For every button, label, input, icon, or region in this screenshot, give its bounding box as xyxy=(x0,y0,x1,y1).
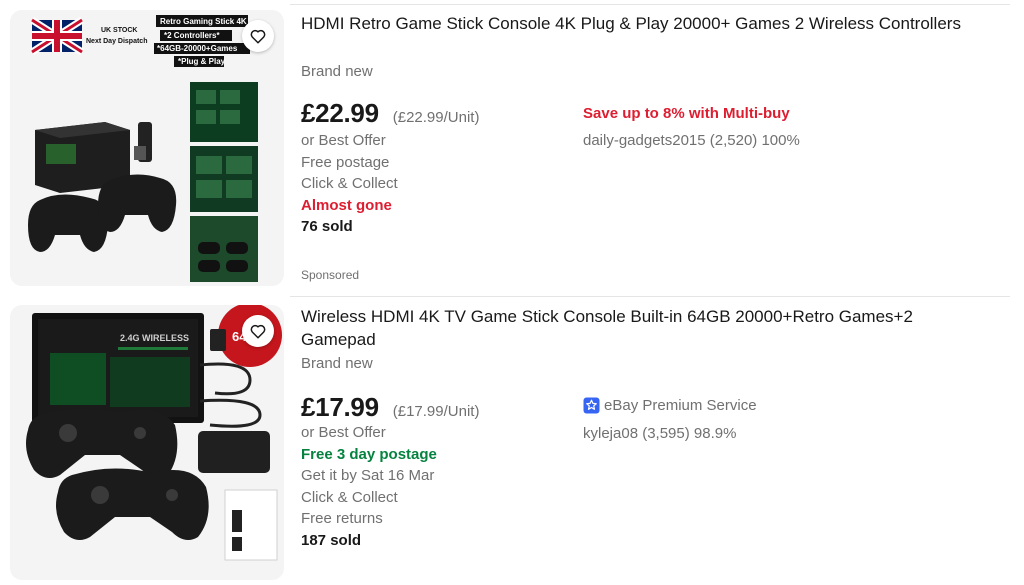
dispatch-text: Next Day Dispatch xyxy=(86,38,147,45)
listing-details-1: or Best Offer Free postage Click & Colle… xyxy=(301,130,398,238)
listing-image-1[interactable]: UK STOCK Next Day Dispatch Retro Gaming … xyxy=(10,10,284,286)
best-offer-1: or Best Offer xyxy=(301,132,386,149)
top-divider xyxy=(290,4,1010,5)
seller-info-1: daily-gadgets2015 (2,520) 100% xyxy=(583,132,800,149)
banner-line-3: *64GB-20000+Games xyxy=(157,44,238,53)
listing-details-2: or Best Offer Free 3 day postage Get it … xyxy=(301,422,437,551)
listing-price-2: £17.99 xyxy=(301,392,379,422)
price-row-2: £17.99 (£17.99/Unit) xyxy=(301,392,479,423)
sponsored-label-1[interactable]: Sponsored xyxy=(301,268,359,282)
multi-buy-promo-1: Save up to 8% with Multi-buy xyxy=(583,105,790,122)
urgency-1: Almost gone xyxy=(301,196,392,214)
listing-title-2[interactable]: Wireless HDMI 4K TV Game Stick Console B… xyxy=(301,305,991,351)
banner-line-2: *2 Controllers* xyxy=(164,31,220,40)
click-collect-2: Click & Collect xyxy=(301,488,398,506)
heart-outline-icon xyxy=(250,29,266,44)
click-collect-1: Click & Collect xyxy=(301,175,398,192)
box-label-text: 2.4G WIRELESS xyxy=(120,333,189,343)
heart-outline-icon xyxy=(250,324,266,339)
banner-line-4: *Plug & Play xyxy=(178,57,226,66)
ebay-premium-badge-icon xyxy=(583,397,600,414)
sold-count-2: 187 sold xyxy=(301,531,362,549)
best-offer-2: or Best Offer xyxy=(301,424,386,441)
product-image-2: 2.4G WIRELESS 64 xyxy=(26,305,282,561)
sold-count-1: 76 sold xyxy=(301,218,353,235)
premium-service-2: eBay Premium Service xyxy=(583,397,757,414)
listing-condition-2: Brand new xyxy=(301,355,373,372)
banner-line-1: Retro Gaming Stick 4K xyxy=(160,17,247,26)
unit-price-1: (£22.99/Unit) xyxy=(392,109,480,126)
product-image-1: UK STOCK Next Day Dispatch Retro Gaming … xyxy=(28,15,258,282)
unit-price-2: (£17.99/Unit) xyxy=(392,403,480,420)
listing-divider xyxy=(290,296,1010,297)
postage-2: Free 3 day postage xyxy=(301,445,437,463)
premium-service-label: eBay Premium Service xyxy=(604,397,757,414)
listing-image-2[interactable]: 2.4G WIRELESS 64 xyxy=(10,305,284,580)
postage-1: Free postage xyxy=(301,153,390,171)
listing-condition-1: Brand new xyxy=(301,63,373,80)
wishlist-button-2[interactable] xyxy=(242,315,274,347)
uk-flag-icon xyxy=(30,17,84,55)
seller-info-2: kyleja08 (3,595) 98.9% xyxy=(583,425,737,442)
price-row-1: £22.99 (£22.99/Unit) xyxy=(301,98,479,129)
listing-title-1[interactable]: HDMI Retro Game Stick Console 4K Plug & … xyxy=(301,12,991,35)
uk-stock-text: UK STOCK xyxy=(101,27,137,34)
listing-price-1: £22.99 xyxy=(301,98,379,128)
delivery-date-2: Get it by Sat 16 Mar xyxy=(301,467,435,484)
free-returns-2: Free returns xyxy=(301,510,383,527)
wishlist-button-1[interactable] xyxy=(242,20,274,52)
